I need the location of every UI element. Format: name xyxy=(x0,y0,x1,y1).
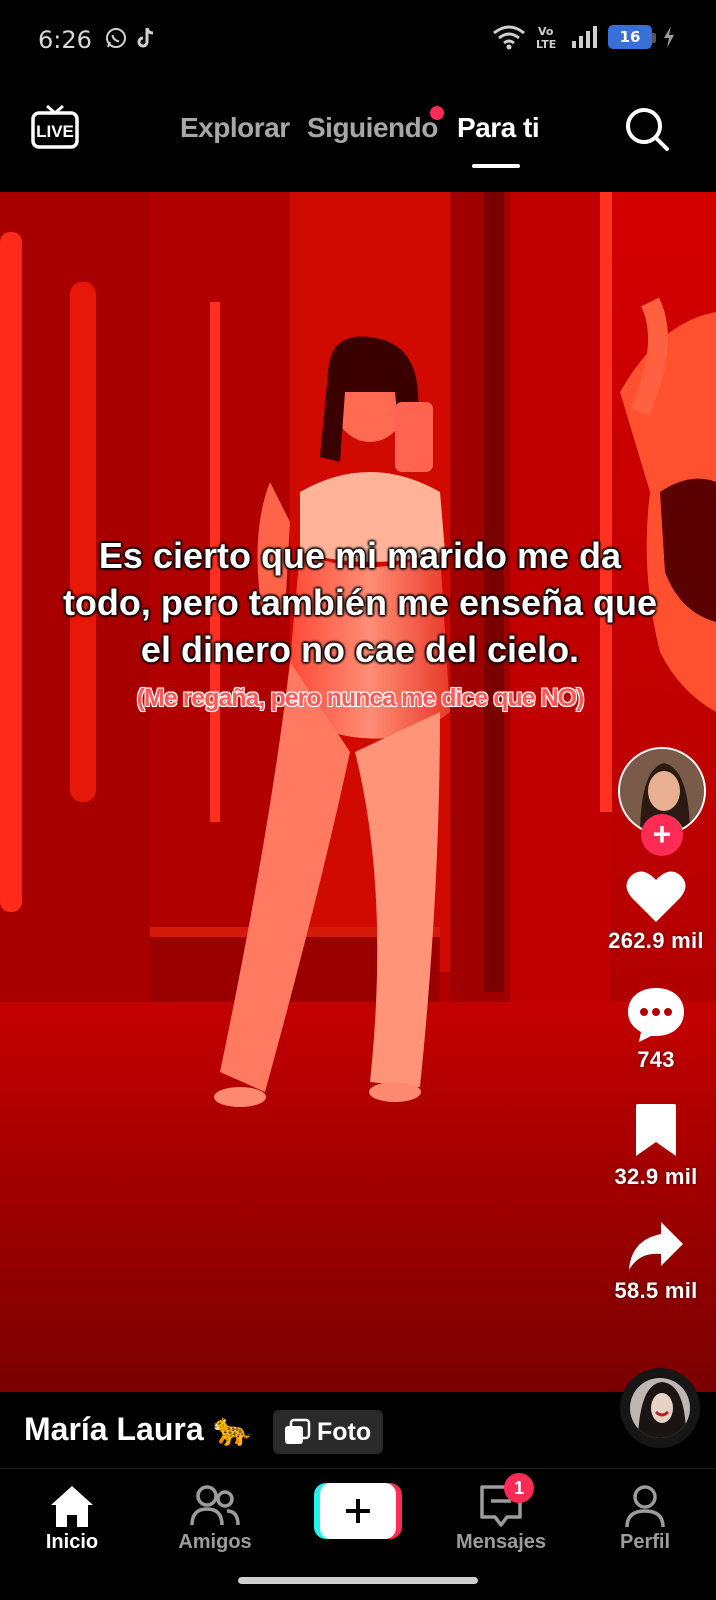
comment-count: 743 xyxy=(637,1047,675,1072)
friends-icon xyxy=(190,1485,240,1526)
music-disc[interactable] xyxy=(620,1368,700,1448)
create-button-face xyxy=(320,1483,396,1539)
author-name[interactable]: María Laura 🐆 xyxy=(24,1410,252,1448)
author-bar: María Laura 🐆 Foto xyxy=(0,1392,716,1468)
like-count: 262.9 mil xyxy=(608,928,704,953)
post-caption: Es cierto que mi marido me da todo, pero… xyxy=(60,532,660,714)
nav-amigos[interactable]: Amigos xyxy=(160,1483,270,1554)
svg-text:Vo: Vo xyxy=(538,25,554,38)
nav-inicio-label: Inicio xyxy=(45,1531,99,1553)
messages-badge: 1 xyxy=(504,1473,534,1503)
music-disc-cover xyxy=(630,1378,690,1438)
video-player[interactable]: Es cierto que mi marido me da todo, pero… xyxy=(0,192,716,1392)
nav-amigos-label: Amigos xyxy=(178,1531,252,1553)
post-photo xyxy=(0,192,716,1392)
nav-perfil[interactable]: Perfil xyxy=(590,1483,700,1554)
status-indicators: Vo LTE 16 xyxy=(492,24,676,50)
notification-dot xyxy=(430,106,444,120)
nav-mensajes-label: Mensajes xyxy=(455,1531,547,1553)
tiktok-icon xyxy=(137,27,154,48)
battery-level: 16 xyxy=(619,28,641,46)
home-icon xyxy=(51,1486,93,1527)
follow-button[interactable]: + xyxy=(641,814,683,856)
status-time: 6:26 xyxy=(38,26,92,54)
tab-explorar[interactable]: Explorar xyxy=(180,112,290,144)
caption-sub-text: (Me regaña, pero nunca me dice que NO) xyxy=(136,684,585,712)
nav-perfil-label: Perfil xyxy=(619,1531,671,1553)
whatsapp-icon xyxy=(106,28,126,48)
feed-tabs: Explorar Siguiendo Para ti xyxy=(0,112,716,172)
comment-button[interactable]: 743 xyxy=(596,985,716,1073)
tab-para-ti[interactable]: Para ti xyxy=(457,112,540,144)
home-indicator[interactable] xyxy=(238,1577,478,1584)
save-button[interactable]: 32.9 mil xyxy=(596,1102,716,1190)
signal-icon xyxy=(572,26,597,48)
svg-text:LTE: LTE xyxy=(536,38,556,50)
save-count: 32.9 mil xyxy=(614,1164,698,1189)
share-icon xyxy=(629,1222,683,1270)
status-bar: 6:26 Vo LTE 16 xyxy=(0,0,716,82)
plus-icon xyxy=(346,1499,370,1523)
nav-inicio[interactable]: Inicio xyxy=(17,1483,127,1554)
share-count: 58.5 mil xyxy=(614,1278,698,1303)
search-icon[interactable] xyxy=(624,106,670,152)
active-tab-indicator xyxy=(472,164,520,168)
charging-icon xyxy=(664,26,674,48)
battery-icon: 16 xyxy=(608,25,656,49)
volte-icon: Vo LTE xyxy=(536,25,556,50)
top-nav: LIVE Explorar Siguiendo Para ti xyxy=(0,82,716,192)
profile-icon xyxy=(625,1485,665,1528)
tab-siguiendo[interactable]: Siguiendo xyxy=(307,112,438,144)
comment-icon xyxy=(628,988,684,1042)
photo-mode-chip[interactable]: Foto xyxy=(273,1410,384,1454)
share-button[interactable]: 58.5 mil xyxy=(596,1218,716,1304)
create-button[interactable] xyxy=(314,1483,402,1539)
photo-chip-label: Foto xyxy=(317,1417,372,1446)
wifi-icon xyxy=(493,25,525,50)
bookmark-icon xyxy=(636,1104,676,1156)
nav-mensajes[interactable]: 1 Mensajes xyxy=(446,1473,556,1554)
heart-icon xyxy=(626,871,686,922)
like-button[interactable]: 262.9 mil xyxy=(596,868,716,954)
notification-icons xyxy=(104,26,158,50)
caption-main-text: Es cierto que mi marido me da todo, pero… xyxy=(62,535,658,670)
photo-stack-icon xyxy=(285,1418,311,1444)
